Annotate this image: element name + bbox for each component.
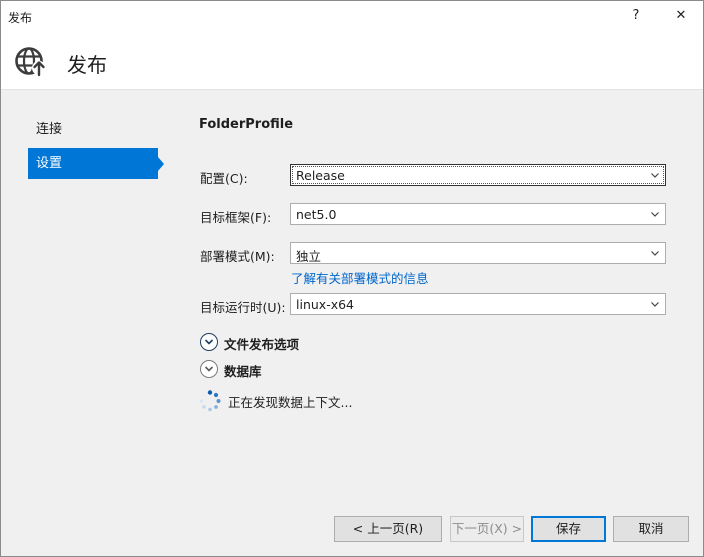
selection-arrow-icon bbox=[158, 157, 164, 171]
target-runtime-select[interactable]: linux-x64 bbox=[290, 293, 666, 315]
chevron-down-icon bbox=[650, 207, 660, 221]
deployment-mode-value: 独立 bbox=[296, 249, 322, 264]
profile-name: FolderProfile bbox=[199, 117, 294, 132]
deployment-mode-info-link[interactable]: 了解有关部署模式的信息 bbox=[291, 268, 429, 287]
target-framework-label: 目标框架(F): bbox=[200, 210, 272, 225]
help-button[interactable]: ? bbox=[622, 6, 650, 26]
chevron-down-icon bbox=[650, 246, 660, 260]
header-title: 发布 bbox=[67, 53, 107, 77]
target-runtime-value: linux-x64 bbox=[296, 297, 355, 312]
database-label: 数据库 bbox=[224, 364, 262, 379]
status-text: 正在发现数据上下文... bbox=[228, 395, 353, 410]
publish-dialog: 发布 ? ✕ 发布 连接 设置 FolderProfile 配置(C): Rel… bbox=[0, 0, 704, 557]
deployment-mode-label: 部署模式(M): bbox=[200, 249, 275, 264]
file-publish-options-label: 文件发布选项 bbox=[224, 337, 300, 352]
chevron-down-icon bbox=[650, 297, 660, 311]
configuration-label: 配置(C): bbox=[200, 171, 248, 186]
expand-chevron-icon bbox=[200, 333, 218, 351]
window-title: 发布 bbox=[8, 11, 33, 25]
cancel-button[interactable]: 取消 bbox=[613, 516, 689, 542]
close-button[interactable]: ✕ bbox=[667, 6, 695, 26]
target-framework-select[interactable]: net5.0 bbox=[290, 203, 666, 225]
sidebar-item-connection[interactable]: 连接 bbox=[28, 114, 158, 145]
configuration-value: Release bbox=[296, 168, 345, 183]
file-publish-options-expander[interactable]: 文件发布选项 bbox=[200, 333, 400, 353]
target-framework-value: net5.0 bbox=[296, 207, 337, 222]
sidebar-item-settings[interactable]: 设置 bbox=[28, 148, 164, 179]
save-button[interactable]: 保存 bbox=[531, 516, 606, 542]
database-expander[interactable]: 数据库 bbox=[200, 360, 400, 380]
dialog-header: 发布 bbox=[1, 32, 703, 90]
loading-spinner-icon bbox=[198, 389, 222, 413]
sidebar-item-label: 设置 bbox=[36, 156, 63, 171]
focus-rect bbox=[292, 166, 664, 184]
title-bar: 发布 ? ✕ bbox=[1, 1, 703, 32]
previous-button[interactable]: < 上一页(R) bbox=[334, 516, 442, 542]
deployment-mode-select[interactable]: 独立 bbox=[290, 242, 666, 264]
configuration-select[interactable]: Release bbox=[290, 164, 666, 186]
target-runtime-label: 目标运行时(U): bbox=[200, 300, 286, 315]
chevron-down-icon bbox=[650, 168, 660, 182]
globe-publish-icon bbox=[14, 45, 48, 77]
expand-chevron-icon bbox=[200, 360, 218, 378]
next-button[interactable]: 下一页(X) > bbox=[450, 516, 524, 542]
